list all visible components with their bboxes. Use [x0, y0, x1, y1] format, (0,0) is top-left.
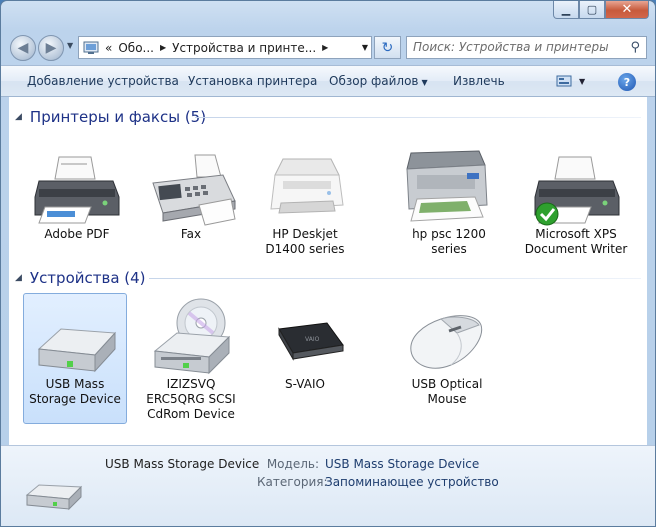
close-button[interactable]: ✕ — [605, 1, 649, 19]
usb-drive-icon — [23, 293, 127, 377]
device-item-s-vaio[interactable]: VAIO S-VAIO — [253, 293, 357, 392]
search-input[interactable] — [413, 40, 613, 54]
window-controls: ▁ ▢ ✕ — [553, 1, 649, 19]
search-box[interactable]: ⚲ — [406, 36, 647, 59]
details-category-label: Категория: — [257, 475, 328, 489]
command-bar: Добавление устройства Установка принтера… — [1, 65, 655, 97]
device-label: Microsoft XPS Document Writer — [524, 227, 628, 256]
eject-button[interactable]: Извлечь — [453, 74, 505, 88]
add-device-button[interactable]: Добавление устройства — [27, 74, 179, 88]
group-header-devices[interactable]: ◢ Устройства (4) — [15, 269, 146, 287]
details-device-name: USB Mass Storage Device — [105, 457, 260, 471]
inkjet-printer-icon — [253, 153, 357, 227]
details-category-value: Запоминающее устройство — [325, 475, 499, 489]
group-title: Принтеры и факсы (5) — [29, 108, 207, 126]
refresh-button[interactable]: ↻ — [374, 36, 401, 59]
devices-list: ◢ Принтеры и факсы (5) Adobe PDF Fax HP … — [9, 97, 647, 445]
device-label: hp psc 1200 series — [412, 227, 486, 256]
navigation-bar: ◀ ▶ ▼ « Обо... ▶ Устройства и принте... … — [1, 31, 655, 63]
details-model-value: USB Mass Storage Device — [325, 457, 480, 471]
view-options-dropdown-icon[interactable]: ▼ — [579, 77, 585, 86]
help-button[interactable]: ? — [618, 73, 636, 91]
device-item-usb-mouse[interactable]: USB Optical Mouse — [395, 293, 499, 407]
laptop-icon: VAIO — [253, 293, 357, 377]
all-in-one-printer-icon — [397, 147, 501, 227]
printer-icon — [25, 153, 129, 227]
group-title: Устройства (4) — [29, 269, 146, 287]
device-item-hp-deskjet[interactable]: HP Deskjet D1400 series — [253, 153, 357, 257]
device-label: USB Mass Storage Device — [29, 377, 121, 406]
breadcrumb-separator-icon[interactable]: ▶ — [157, 43, 169, 52]
usb-drive-icon — [23, 469, 85, 515]
device-label: Adobe PDF — [44, 227, 110, 241]
browse-files-label: Обзор файлов — [329, 74, 419, 88]
forward-arrow-icon: ▶ — [45, 40, 57, 56]
collapse-triangle-icon[interactable]: ◢ — [15, 112, 22, 122]
device-label: S-VAIO — [285, 377, 325, 391]
explorer-window: ▁ ▢ ✕ ◀ ▶ ▼ « Обо... ▶ Устройства и прин… — [0, 0, 656, 527]
search-icon[interactable]: ⚲ — [630, 40, 640, 55]
back-arrow-icon: ◀ — [17, 40, 29, 56]
device-item-fax[interactable]: Fax — [139, 153, 243, 242]
address-dropdown-icon[interactable]: ▼ — [362, 43, 368, 52]
fax-icon — [139, 153, 243, 227]
add-printer-button[interactable]: Установка принтера — [188, 74, 317, 88]
device-item-cdrom[interactable]: IZIZSVQ ERC5QRG SCSI CdRom Device — [139, 293, 243, 422]
collapse-triangle-icon[interactable]: ◢ — [15, 273, 22, 283]
breadcrumb-overflow[interactable]: « — [102, 41, 115, 55]
device-item-usb-storage[interactable]: USB Mass Storage Device — [23, 293, 127, 424]
browse-files-button[interactable]: Обзор файлов ▼ — [329, 74, 428, 88]
group-header-printers[interactable]: ◢ Принтеры и факсы (5) — [15, 108, 206, 126]
device-label: IZIZSVQ ERC5QRG SCSI CdRom Device — [146, 377, 236, 421]
details-model-label: Модель: — [266, 457, 319, 471]
breadcrumb-separator-icon[interactable]: ▶ — [319, 43, 331, 52]
group-divider — [149, 278, 641, 279]
device-item-hp-psc[interactable]: hp psc 1200 series — [397, 147, 501, 257]
address-bar[interactable]: « Обо... ▶ Устройства и принте... ▶ ▼ — [78, 36, 372, 59]
device-item-adobe-pdf[interactable]: Adobe PDF — [25, 153, 129, 242]
cdrom-icon — [139, 293, 243, 377]
back-button[interactable]: ◀ — [10, 35, 36, 61]
help-icon: ? — [623, 75, 631, 89]
svg-text:VAIO: VAIO — [305, 336, 320, 343]
details-pane: USB Mass Storage Device Модель: USB Mass… — [1, 445, 655, 526]
maximize-button[interactable]: ▢ — [579, 1, 605, 19]
device-label: HP Deskjet D1400 series — [265, 227, 345, 256]
device-label: USB Optical Mouse — [411, 377, 483, 406]
breadcrumb-devices-printers[interactable]: Устройства и принте... — [169, 41, 319, 55]
refresh-icon: ↻ — [381, 39, 394, 56]
device-item-xps-writer[interactable]: Microsoft XPS Document Writer — [523, 153, 629, 257]
device-label: Fax — [180, 227, 202, 241]
printer-default-icon — [523, 153, 629, 227]
control-panel-icon — [83, 41, 99, 54]
breadcrumb-control-panel[interactable]: Обо... — [115, 41, 157, 55]
forward-button[interactable]: ▶ — [38, 35, 64, 61]
change-view-icon[interactable] — [556, 74, 572, 88]
mouse-icon — [395, 293, 499, 377]
recent-pages-dropdown[interactable]: ▼ — [67, 41, 73, 50]
minimize-button[interactable]: ▁ — [553, 1, 579, 19]
chevron-down-icon: ▼ — [421, 78, 428, 87]
group-divider — [195, 117, 641, 118]
